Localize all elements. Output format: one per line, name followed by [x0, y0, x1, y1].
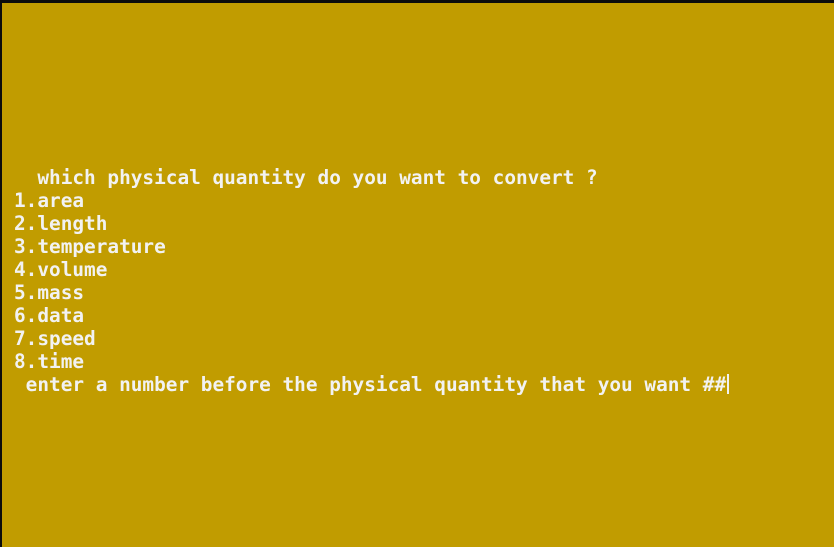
question-text: which physical quantity do you want to c… [14, 166, 598, 189]
option-mass: 5.mass [14, 281, 85, 304]
option-time: 8.time [14, 350, 85, 373]
option-volume: 4.volume [14, 258, 108, 281]
console-window[interactable]: which physical quantity do you want to c… [2, 3, 834, 547]
option-length: 2.length [14, 212, 108, 235]
option-speed: 7.speed [14, 327, 96, 350]
text-cursor [727, 374, 730, 394]
option-area: 1.area [14, 189, 85, 212]
option-temperature: 3.temperature [14, 235, 166, 258]
input-prompt-text: enter a number before the physical quant… [14, 373, 727, 396]
option-data: 6.data [14, 304, 85, 327]
input-prompt-line[interactable]: enter a number before the physical quant… [14, 373, 730, 396]
